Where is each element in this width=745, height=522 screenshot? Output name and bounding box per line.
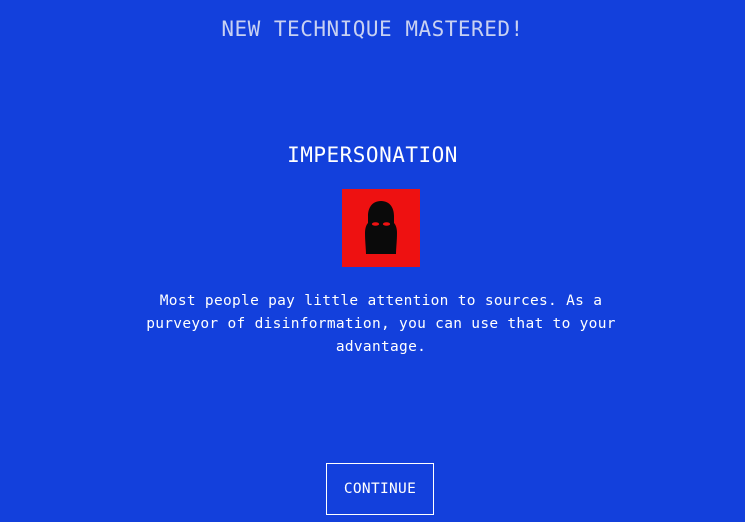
technique-mastered-screen: NEW TECHNIQUE MASTERED! IMPERSONATION Mo… [0, 0, 745, 522]
technique-badge [342, 189, 420, 267]
technique-description: Most people pay little attention to sour… [146, 293, 616, 355]
continue-button[interactable]: CONTINUE [326, 463, 434, 515]
balaclava-icon [365, 201, 397, 254]
screen-heading: NEW TECHNIQUE MASTERED! [221, 17, 524, 41]
technique-name: IMPERSONATION [287, 143, 458, 167]
